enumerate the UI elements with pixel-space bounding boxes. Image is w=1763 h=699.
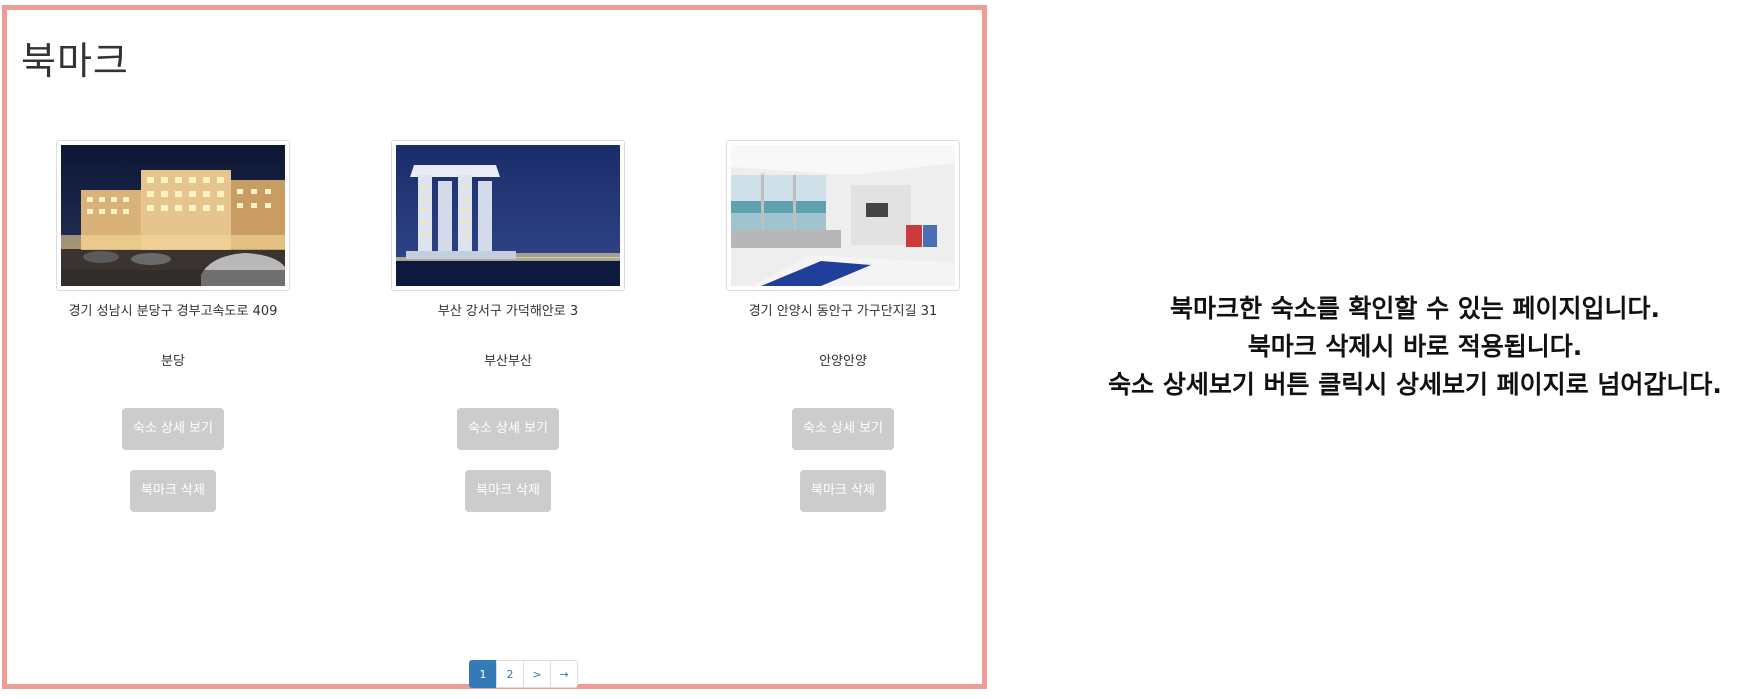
accommodation-name: 부산부산 <box>484 354 532 369</box>
last-page-button[interactable]: → <box>550 660 578 688</box>
view-detail-button[interactable]: 숙소 상세 보기 <box>456 408 560 450</box>
accommodation-image <box>56 140 290 291</box>
delete-bookmark-button[interactable]: 북마크 삭제 <box>465 470 551 512</box>
accommodation-address: 경기 안양시 동안구 가구단지길 31 <box>748 304 938 319</box>
bookmark-card: 경기 성남시 분당구 경부고속도로 409 분당 숙소 상세 보기 북마크 삭제 <box>13 140 333 520</box>
page-description: 북마크한 숙소를 확인할 수 있는 페이지입니다. 북마크 삭제시 바로 적용됩… <box>1075 290 1755 404</box>
accommodation-image <box>391 140 625 291</box>
bookmark-page-frame: 북마크 경기 성남시 분당구 경부고속도로 409 분당 숙소 상세 보기 북마… <box>2 5 987 689</box>
description-line: 북마크한 숙소를 확인할 수 있는 페이지입니다. <box>1169 294 1661 323</box>
accommodation-name: 분당 <box>161 354 185 369</box>
accommodation-name: 안양안양 <box>819 354 867 369</box>
page-2-button[interactable]: 2 <box>496 660 524 688</box>
description-line: 북마크 삭제시 바로 적용됩니다. <box>1247 332 1583 361</box>
description-line: 숙소 상세보기 버튼 클릭시 상세보기 페이지로 넘어갑니다. <box>1108 370 1722 399</box>
hotel-night-photo-icon <box>61 145 285 286</box>
page-1-button[interactable]: 1 <box>469 660 497 688</box>
seaside-tower-photo-icon <box>396 145 620 286</box>
view-detail-button[interactable]: 숙소 상세 보기 <box>121 408 225 450</box>
ocean-view-room-photo-icon <box>731 145 955 286</box>
accommodation-address: 경기 성남시 분당구 경부고속도로 409 <box>68 304 278 319</box>
next-page-button[interactable]: > <box>523 660 551 688</box>
page-title: 북마크 <box>21 39 129 83</box>
bookmark-card: 부산 강서구 가덕해안로 3 부산부산 숙소 상세 보기 북마크 삭제 <box>348 140 668 520</box>
bookmark-card: 경기 안양시 동안구 가구단지길 31 안양안양 숙소 상세 보기 북마크 삭제 <box>683 140 1003 520</box>
view-detail-button[interactable]: 숙소 상세 보기 <box>791 408 895 450</box>
accommodation-image <box>726 140 960 291</box>
pagination: 1 2 > → <box>469 660 578 688</box>
delete-bookmark-button[interactable]: 북마크 삭제 <box>800 470 886 512</box>
accommodation-address: 부산 강서구 가덕해안로 3 <box>437 304 579 319</box>
delete-bookmark-button[interactable]: 북마크 삭제 <box>130 470 216 512</box>
